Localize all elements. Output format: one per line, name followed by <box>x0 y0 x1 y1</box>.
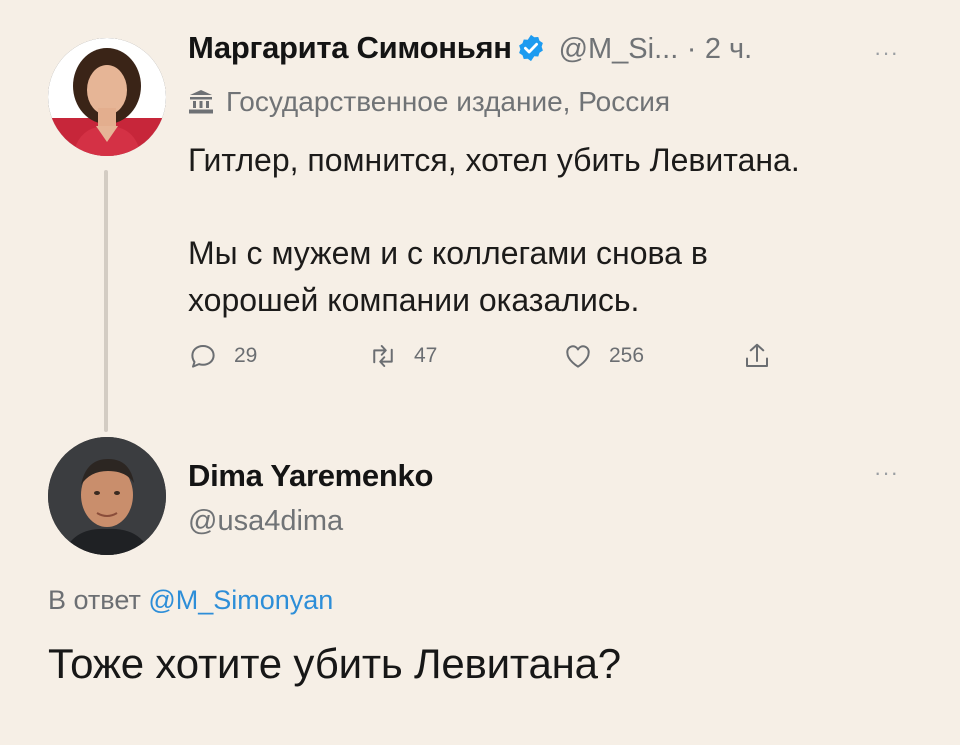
replying-to-link[interactable]: @M_Simonyan <box>148 585 333 615</box>
retweet-count: 47 <box>414 344 438 367</box>
tweet-paragraph-1: Гитлер, помнится, хотел убить Левитана. <box>188 142 800 178</box>
like-icon <box>566 345 590 368</box>
state-media-label[interactable]: Государственное издание, Россия <box>188 86 670 118</box>
reply-icon <box>191 345 215 368</box>
tweet-body: Гитлер, помнится, хотел убить Левитана. … <box>188 137 928 324</box>
thread-connector-line <box>104 170 108 432</box>
like-count: 256 <box>609 344 645 367</box>
author-name[interactable]: Маргарита Симоньян <box>188 30 512 65</box>
tweet-header: Маргарита Симоньян @M_Si... · 2 ч. <box>188 30 752 66</box>
tweet-paragraph-2-line-2: хорошей компании оказались. <box>188 282 640 318</box>
retweet-icon <box>373 345 393 367</box>
author-handle[interactable]: @M_Si... <box>559 33 679 65</box>
retweet-action[interactable]: 47 <box>368 341 437 371</box>
reply-author-name[interactable]: Dima Yaremenko <box>188 458 433 494</box>
reply-author-avatar-image <box>48 437 166 555</box>
reply-author-handle[interactable]: @usa4dima <box>188 505 343 538</box>
state-media-text: Государственное издание, Россия <box>226 86 671 117</box>
reply-action[interactable]: 29 <box>188 341 257 371</box>
state-media-icon <box>188 88 214 116</box>
replying-to: В ответ @M_Simonyan <box>48 585 333 616</box>
reply-more-icon[interactable]: ··· <box>874 460 899 486</box>
like-action[interactable]: 256 <box>563 341 644 371</box>
verified-badge-icon <box>516 33 546 63</box>
reply-text: Тоже хотите убить Левитана? <box>48 640 621 687</box>
replying-prefix: В ответ <box>48 585 141 615</box>
share-icon <box>746 343 768 367</box>
author-avatar[interactable] <box>48 38 166 156</box>
tweet-time[interactable]: 2 ч. <box>705 33 752 65</box>
meta-separator: · <box>686 33 697 65</box>
reply-author-avatar[interactable] <box>48 437 166 555</box>
share-action[interactable] <box>742 341 788 371</box>
tweet-paragraph-2-line-1: Мы с мужем и с коллегами снова в <box>188 235 708 271</box>
author-avatar-image <box>48 38 166 156</box>
more-icon[interactable]: ··· <box>874 40 899 66</box>
reply-count: 29 <box>234 344 258 367</box>
